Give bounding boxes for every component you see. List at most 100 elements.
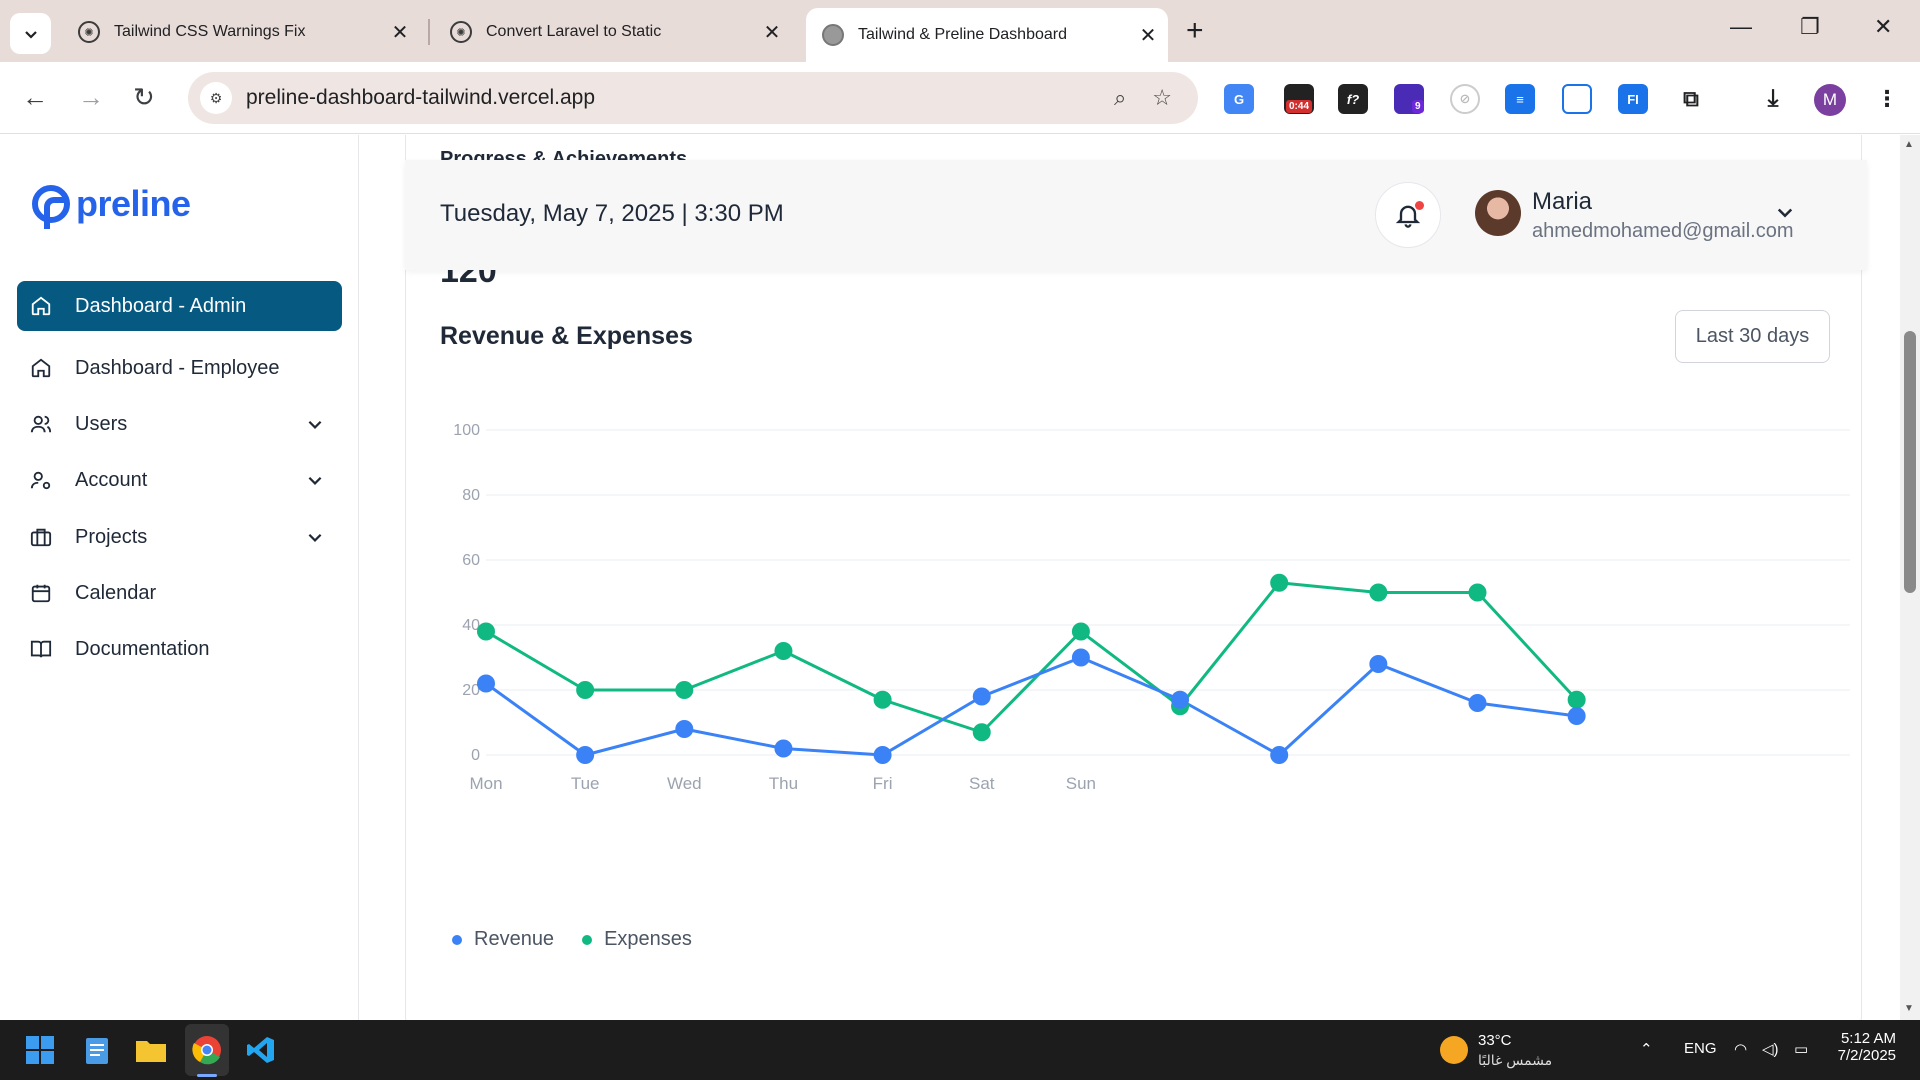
revenue-expenses-chart: 020406080100Mon Tue Wed Thu Fri Sat Sun: [453, 422, 1850, 793]
back-icon[interactable]: ←: [22, 82, 48, 113]
sidebar-item-dashboard-admin[interactable]: Dashboard - Admin: [17, 281, 342, 331]
download-icon[interactable]: ⤓: [1758, 84, 1788, 114]
address-bar[interactable]: ⚙ preline-dashboard-tailwind.vercel.app …: [188, 72, 1198, 124]
x-tick-label: Fri: [873, 774, 893, 793]
page-scrollbar[interactable]: ▲ ▼: [1900, 135, 1920, 1020]
x-tick-label: Mon: [469, 774, 502, 793]
data-point-revenue: [1071, 648, 1090, 667]
browser-tabstrip: ✺ Tailwind CSS Warnings Fix ✕ ✺ Convert …: [0, 0, 1920, 62]
scroll-down-arrow[interactable]: ▼: [1904, 1003, 1914, 1014]
timer-extension-icon[interactable]: 0:44: [1284, 84, 1314, 114]
sidebar-item-calendar[interactable]: Calendar: [17, 568, 342, 618]
weather-desc: مشمس غالبًا: [1478, 1052, 1553, 1068]
windows-start-icon[interactable]: [22, 1032, 58, 1068]
tab-title: Tailwind & Preline Dashboard: [858, 26, 1067, 43]
sidebar-item-account[interactable]: Account: [17, 455, 342, 505]
date-range-button[interactable]: Last 30 days: [1675, 310, 1830, 363]
tab-title: Convert Laravel to Static: [486, 23, 662, 40]
weather-icon[interactable]: [1440, 1036, 1468, 1064]
bookmark-star-icon[interactable]: ☆: [1152, 85, 1172, 111]
home-icon: [29, 294, 53, 318]
url-text[interactable]: preline-dashboard-tailwind.vercel.app: [246, 86, 1114, 110]
scroll-up-arrow[interactable]: ▲: [1904, 139, 1914, 150]
count-badge: 9: [1412, 100, 1424, 113]
volume-icon[interactable]: ◁): [1762, 1040, 1779, 1058]
close-icon[interactable]: ✕: [1134, 23, 1162, 48]
puzzle-extensions-icon[interactable]: ⧉: [1676, 84, 1706, 114]
legend-label-expenses: Expenses: [604, 928, 692, 950]
data-point-revenue: [1369, 655, 1388, 673]
y-tick-label: 0: [471, 747, 480, 764]
notification-dot: [1415, 201, 1424, 210]
close-icon[interactable]: ✕: [386, 20, 414, 45]
preline-logo-mark: [32, 185, 70, 229]
windows-taskbar: 33°C مشمس غالبًا ⌃ ENG ◠ ◁) ▭ 5:12 AM 7/…: [0, 1020, 1920, 1080]
font-extension-icon[interactable]: f?: [1338, 84, 1368, 114]
x-tick-label: Sat: [969, 774, 995, 793]
series-line-expenses: [485, 581, 1578, 734]
file-explorer-icon[interactable]: [133, 1032, 169, 1068]
sidebar: preline Dashboard - Admin Dashboard - Em…: [0, 135, 359, 1020]
fi-extension-icon[interactable]: FI: [1618, 84, 1648, 114]
vscode-icon[interactable]: [243, 1032, 279, 1068]
legend-dot-expenses: [582, 934, 593, 945]
sidebar-item-projects[interactable]: Projects: [17, 512, 342, 562]
site-info-icon[interactable]: ⚙: [200, 82, 232, 114]
wifi-icon[interactable]: ◠: [1734, 1040, 1747, 1058]
globe-icon: [822, 24, 844, 46]
tray-overflow-icon[interactable]: ⌃: [1640, 1040, 1653, 1058]
preline-logo[interactable]: preline: [32, 183, 191, 229]
google-translate-icon[interactable]: G: [1224, 84, 1254, 114]
sidebar-item-label: Account: [75, 468, 148, 491]
tab-search-button[interactable]: [10, 13, 51, 54]
series-line-revenue: [485, 656, 1577, 757]
data-point-revenue: [1567, 707, 1586, 725]
sidebar-item-documentation[interactable]: Documentation: [17, 624, 342, 674]
data-point-revenue: [774, 739, 793, 758]
grad-cap-extension-icon[interactable]: 9: [1394, 84, 1424, 114]
new-tab-button[interactable]: +: [1186, 14, 1204, 48]
avatar[interactable]: [1475, 190, 1521, 236]
tab-separator: [428, 19, 430, 45]
battery-icon[interactable]: ▭: [1794, 1040, 1808, 1058]
restore-icon[interactable]: ❐: [1800, 14, 1820, 40]
sidebar-item-users[interactable]: Users: [17, 399, 342, 449]
compass-extension-icon[interactable]: ⊘: [1450, 84, 1480, 114]
data-point-expenses: [1071, 622, 1090, 641]
data-point-expenses: [774, 642, 793, 660]
chart-title: Revenue & Expenses: [440, 322, 693, 350]
user-name: Maria: [1532, 188, 1593, 215]
sidebar-item-dashboard-employee[interactable]: Dashboard - Employee: [17, 343, 342, 393]
zoom-icon[interactable]: ⌕: [1114, 85, 1126, 111]
chevron-down-icon: [308, 533, 322, 542]
system-clock[interactable]: 5:12 AM 7/2/2025: [1832, 1030, 1896, 1064]
close-window-icon[interactable]: ✕: [1874, 14, 1892, 40]
reload-icon[interactable]: ↻: [133, 82, 155, 113]
chrome-icon[interactable]: [189, 1032, 225, 1068]
profile-avatar[interactable]: M: [1814, 84, 1846, 116]
notifications-button[interactable]: [1375, 182, 1441, 248]
forward-icon[interactable]: →: [78, 82, 104, 113]
chevron-down-icon[interactable]: [1775, 202, 1795, 222]
data-point-revenue: [1171, 690, 1190, 709]
dashboard-header: Tuesday, May 7, 2025 | 3:30 PM Maria ahm…: [405, 160, 1867, 270]
notepad-icon[interactable]: [79, 1032, 115, 1068]
more-menu-icon[interactable]: ⋮: [1872, 84, 1902, 114]
chatgpt-icon: ✺: [78, 21, 100, 43]
weather-temp: 33°C: [1478, 1032, 1512, 1049]
copy-extension-icon[interactable]: [1562, 84, 1592, 114]
minimize-icon[interactable]: —: [1730, 14, 1752, 40]
data-point-revenue: [873, 746, 892, 764]
browser-tab-2[interactable]: ✺ Convert Laravel to Static ✕: [434, 8, 792, 56]
chart-legend: Revenue Expenses: [452, 928, 720, 951]
tab-title: Tailwind CSS Warnings Fix: [114, 23, 306, 40]
browser-tab-1[interactable]: ✺ Tailwind CSS Warnings Fix ✕: [62, 8, 420, 56]
scroll-thumb[interactable]: [1904, 331, 1916, 593]
language-indicator[interactable]: ENG: [1684, 1040, 1717, 1057]
legend-item-expenses[interactable]: Expenses: [582, 928, 692, 951]
legend-item-revenue[interactable]: Revenue: [452, 928, 554, 951]
chevron-down-icon: [308, 420, 322, 429]
close-icon[interactable]: ✕: [758, 20, 786, 45]
browser-tab-3-active[interactable]: Tailwind & Preline Dashboard ✕: [806, 8, 1168, 62]
doc-extension-icon[interactable]: ≡: [1505, 84, 1535, 114]
